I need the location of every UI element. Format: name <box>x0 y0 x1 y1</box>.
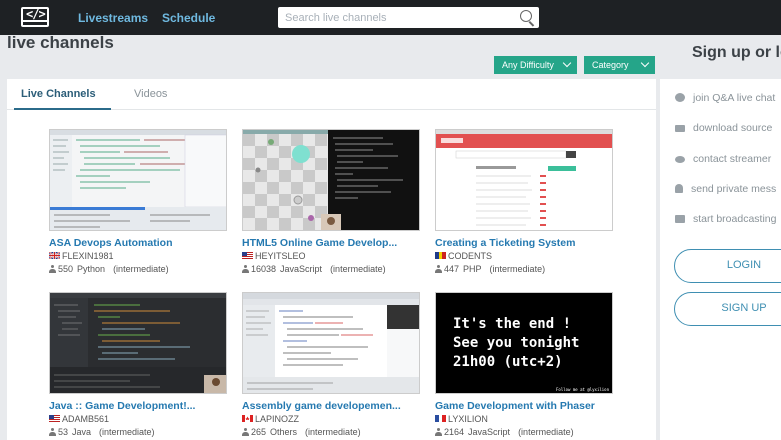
stream-thumbnail[interactable] <box>242 129 420 231</box>
signup-panel: join Q&A live chat download source conta… <box>660 79 781 440</box>
feature-broadcast: start broadcasting <box>675 213 776 225</box>
channel-title[interactable]: ASA Devops Automation <box>49 237 172 249</box>
follow-caption: Follow me at @lyxilion <box>556 387 609 392</box>
difficulty-filter-dropdown[interactable]: Any Difficulty <box>494 56 577 74</box>
viewer-count: 447 <box>444 264 460 274</box>
difficulty-label: (intermediate) <box>99 427 155 437</box>
viewer-count: 2164 <box>444 427 465 437</box>
code-logo-icon[interactable]: </> <box>21 7 49 27</box>
channel-title[interactable]: Assembly game developemen... <box>242 400 401 412</box>
login-button[interactable]: LOGIN <box>674 249 781 283</box>
viewer-count: 53 <box>58 427 69 437</box>
web-app-thumbnail <box>436 130 612 226</box>
us-flag-icon <box>49 415 60 422</box>
streamer-name[interactable]: ADAMB561 <box>62 414 109 424</box>
category-filter-dropdown[interactable]: Category <box>584 56 655 74</box>
viewers-icon <box>242 428 249 436</box>
difficulty-filter-label: Any Difficulty <box>502 60 554 70</box>
channel-card[interactable]: Assembly game developemen... LAPINOZZ 26… <box>242 292 422 437</box>
channel-card[interactable]: HTML5 Online Game Develop... HEYITSLEO 1… <box>242 129 422 274</box>
envelope-icon <box>675 125 685 132</box>
difficulty-label: (intermediate) <box>330 264 386 274</box>
game-board-thumbnail <box>243 130 403 230</box>
tab-videos[interactable]: Videos <box>134 88 167 100</box>
feature-private-message: send private mess <box>675 183 776 195</box>
tab-live-channels[interactable]: Live Channels <box>21 88 96 100</box>
viewer-count: 16038 <box>251 264 277 274</box>
page-title: live channels <box>7 33 114 52</box>
category-label: Others <box>270 427 298 437</box>
channel-title[interactable]: Java :: Game Development!... <box>49 400 195 412</box>
search-icon[interactable] <box>520 10 532 22</box>
eye-icon <box>675 156 685 163</box>
viewer-count: 550 <box>58 264 74 274</box>
channel-card[interactable]: ASA Devops Automation FLEXIN1981 550 Pyth… <box>49 129 229 274</box>
user-icon <box>675 184 683 193</box>
category-filter-label: Category <box>592 60 629 70</box>
difficulty-label: (intermediate) <box>113 264 169 274</box>
channel-title[interactable]: Game Development with Phaser <box>435 400 595 412</box>
stream-thumbnail[interactable]: It's the end ! See you tonight 21h00 (ut… <box>435 292 613 394</box>
difficulty-label: (intermediate) <box>305 427 361 437</box>
category-label: Java <box>72 427 92 437</box>
nav-link-livestreams[interactable]: Livestreams <box>78 11 148 25</box>
viewers-icon <box>49 265 56 273</box>
category-label: Python <box>77 264 106 274</box>
us-flag-icon <box>242 252 253 259</box>
video-camera-icon <box>675 215 685 223</box>
search-input[interactable] <box>278 7 539 28</box>
end-of-stream-message: It's the end ! See you tonight 21h00 (ut… <box>453 316 580 370</box>
tab-bar: Live Channels Videos <box>7 79 656 110</box>
category-label: JavaScript <box>280 264 323 274</box>
top-navbar: </> Livestreams Schedule <box>0 0 781 35</box>
nav-link-schedule[interactable]: Schedule <box>162 11 215 25</box>
ro-flag-icon <box>435 252 446 259</box>
chevron-down-icon <box>640 58 650 68</box>
streamer-name[interactable]: LYXILION <box>448 414 488 424</box>
fr-flag-icon <box>435 415 446 422</box>
streamer-name[interactable]: LAPINOZZ <box>255 414 299 424</box>
active-tab-indicator <box>14 108 111 110</box>
ca-flag-icon <box>242 415 253 422</box>
streamer-name[interactable]: HEYITSLEO <box>255 251 306 261</box>
signup-button[interactable]: SIGN UP <box>674 292 781 326</box>
difficulty-label: (intermediate) <box>518 427 574 437</box>
difficulty-label: (intermediate) <box>489 264 546 274</box>
stream-thumbnail[interactable] <box>242 292 420 394</box>
signup-title: Sign up or lo <box>692 44 781 61</box>
stream-thumbnail[interactable] <box>49 292 227 394</box>
feature-contact: contact streamer <box>675 153 771 165</box>
channel-card[interactable]: Creating a Ticketing System CODENTS 447 P… <box>435 129 615 274</box>
chevron-down-icon <box>562 58 572 68</box>
channel-title[interactable]: HTML5 Online Game Develop... <box>242 237 397 249</box>
viewers-icon <box>435 428 442 436</box>
streamer-name[interactable]: FLEXIN1981 <box>62 251 114 261</box>
stream-thumbnail[interactable] <box>435 129 613 231</box>
feature-chat: join Q&A live chat <box>675 92 775 104</box>
streamer-name[interactable]: CODENTS <box>448 251 492 261</box>
uk-flag-icon <box>49 252 60 259</box>
channel-title[interactable]: Creating a Ticketing System <box>435 237 575 249</box>
stream-thumbnail[interactable] <box>49 129 227 231</box>
feature-download: download source <box>675 122 772 134</box>
chat-icon <box>675 93 685 102</box>
channel-card[interactable]: It's the end ! See you tonight 21h00 (ut… <box>435 292 615 437</box>
viewers-icon <box>435 265 442 273</box>
category-label: PHP <box>463 264 482 274</box>
ide-screenshot-thumbnail <box>50 130 226 230</box>
channels-panel: Live Channels Videos ASA Devops Automati… <box>7 79 656 440</box>
viewers-icon <box>242 265 249 273</box>
assembly-ide-thumbnail <box>243 293 419 393</box>
category-label: JavaScript <box>468 427 511 437</box>
channel-card[interactable]: Java :: Game Development!... ADAMB561 53… <box>49 292 229 437</box>
viewer-count: 265 <box>251 427 267 437</box>
dark-ide-thumbnail <box>50 293 226 393</box>
viewers-icon <box>49 428 56 436</box>
